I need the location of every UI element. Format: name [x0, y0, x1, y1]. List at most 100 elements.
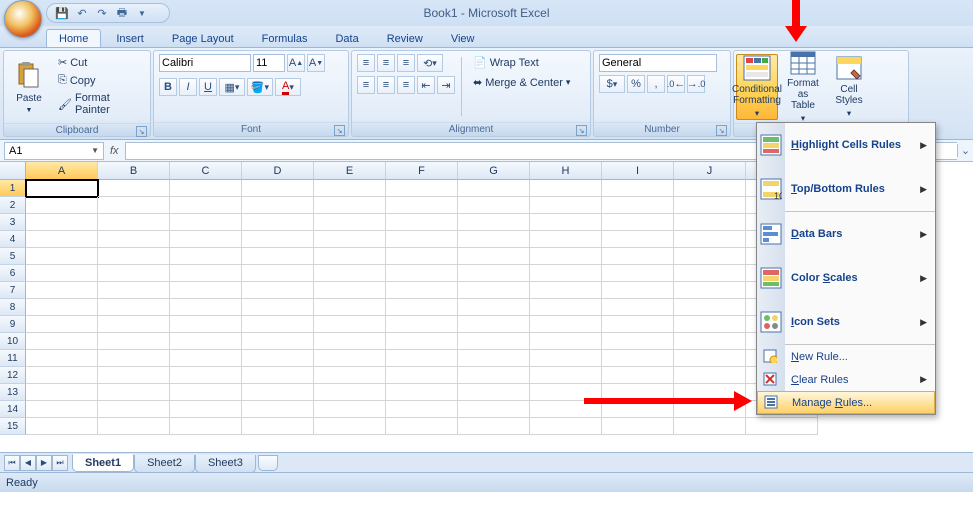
- office-button[interactable]: [4, 0, 42, 38]
- last-sheet-button[interactable]: ⏭: [52, 455, 68, 471]
- redo-icon[interactable]: ↷: [95, 6, 109, 20]
- cell-B6[interactable]: [98, 265, 170, 282]
- row-header-4[interactable]: 4: [0, 231, 26, 248]
- cell-E6[interactable]: [314, 265, 386, 282]
- name-box[interactable]: A1▼: [4, 142, 104, 160]
- cell-A2[interactable]: [26, 197, 98, 214]
- cell-A14[interactable]: [26, 401, 98, 418]
- cell-A12[interactable]: [26, 367, 98, 384]
- cell-C12[interactable]: [170, 367, 242, 384]
- cell-J11[interactable]: [674, 350, 746, 367]
- decrease-indent-button[interactable]: ⇤: [417, 76, 435, 94]
- tab-review[interactable]: Review: [374, 29, 436, 47]
- cell-H12[interactable]: [530, 367, 602, 384]
- cell-B15[interactable]: [98, 418, 170, 435]
- font-size-input[interactable]: [253, 54, 285, 72]
- menu-icon-sets[interactable]: Icon Sets ▶: [757, 300, 935, 344]
- cell-F4[interactable]: [386, 231, 458, 248]
- bold-button[interactable]: B: [159, 78, 177, 96]
- cell-B1[interactable]: [98, 180, 170, 197]
- cell-F7[interactable]: [386, 282, 458, 299]
- row-header-7[interactable]: 7: [0, 282, 26, 299]
- fill-color-button[interactable]: 🪣▾: [247, 78, 273, 96]
- menu-new-rule[interactable]: New Rule...: [757, 345, 935, 368]
- save-icon[interactable]: 💾: [55, 6, 69, 20]
- row-header-15[interactable]: 15: [0, 418, 26, 435]
- cell-A13[interactable]: [26, 384, 98, 401]
- cell-C6[interactable]: [170, 265, 242, 282]
- cell-E14[interactable]: [314, 401, 386, 418]
- cell-B13[interactable]: [98, 384, 170, 401]
- cell-B7[interactable]: [98, 282, 170, 299]
- cell-J5[interactable]: [674, 248, 746, 265]
- shrink-font-button[interactable]: A▼: [307, 54, 325, 72]
- row-header-12[interactable]: 12: [0, 367, 26, 384]
- cell-B3[interactable]: [98, 214, 170, 231]
- qat-customize-icon[interactable]: ▼: [135, 6, 149, 20]
- row-header-1[interactable]: 1: [0, 180, 26, 197]
- clipboard-launcher-icon[interactable]: ↘: [136, 126, 147, 137]
- cell-J1[interactable]: [674, 180, 746, 197]
- col-header-E[interactable]: E: [314, 162, 386, 180]
- cell-H6[interactable]: [530, 265, 602, 282]
- cell-J12[interactable]: [674, 367, 746, 384]
- cell-E12[interactable]: [314, 367, 386, 384]
- select-all-corner[interactable]: [0, 162, 26, 180]
- cell-J7[interactable]: [674, 282, 746, 299]
- cell-G12[interactable]: [458, 367, 530, 384]
- cell-A7[interactable]: [26, 282, 98, 299]
- cell-H7[interactable]: [530, 282, 602, 299]
- col-header-F[interactable]: F: [386, 162, 458, 180]
- font-color-button[interactable]: A▾: [275, 78, 301, 96]
- tab-home[interactable]: Home: [46, 29, 101, 47]
- cell-G4[interactable]: [458, 231, 530, 248]
- col-header-G[interactable]: G: [458, 162, 530, 180]
- cell-I15[interactable]: [602, 418, 674, 435]
- cell-A10[interactable]: [26, 333, 98, 350]
- cell-H9[interactable]: [530, 316, 602, 333]
- cell-D7[interactable]: [242, 282, 314, 299]
- cell-D8[interactable]: [242, 299, 314, 316]
- align-left-button[interactable]: ≡: [357, 76, 375, 94]
- cell-C7[interactable]: [170, 282, 242, 299]
- tab-data[interactable]: Data: [322, 29, 371, 47]
- cell-F9[interactable]: [386, 316, 458, 333]
- cell-C4[interactable]: [170, 231, 242, 248]
- cell-J4[interactable]: [674, 231, 746, 248]
- next-sheet-button[interactable]: ▶: [36, 455, 52, 471]
- cell-F15[interactable]: [386, 418, 458, 435]
- cell-D9[interactable]: [242, 316, 314, 333]
- cell-D11[interactable]: [242, 350, 314, 367]
- cell-I1[interactable]: [602, 180, 674, 197]
- cell-C13[interactable]: [170, 384, 242, 401]
- cell-E8[interactable]: [314, 299, 386, 316]
- cell-F3[interactable]: [386, 214, 458, 231]
- sheet-tab-3[interactable]: Sheet3: [195, 455, 256, 473]
- cell-B5[interactable]: [98, 248, 170, 265]
- cell-F5[interactable]: [386, 248, 458, 265]
- cell-I8[interactable]: [602, 299, 674, 316]
- cell-I7[interactable]: [602, 282, 674, 299]
- row-header-11[interactable]: 11: [0, 350, 26, 367]
- cell-G13[interactable]: [458, 384, 530, 401]
- currency-button[interactable]: $▾: [599, 75, 625, 93]
- copy-button[interactable]: ⎘Copy: [53, 72, 145, 89]
- cell-B9[interactable]: [98, 316, 170, 333]
- cell-F2[interactable]: [386, 197, 458, 214]
- menu-manage-rules[interactable]: Manage Rules...: [757, 391, 935, 414]
- sheet-tab-2[interactable]: Sheet2: [134, 455, 195, 473]
- expand-formula-icon[interactable]: ⌄: [957, 144, 973, 157]
- number-launcher-icon[interactable]: ↘: [716, 125, 727, 136]
- cell-B11[interactable]: [98, 350, 170, 367]
- paste-button[interactable]: Paste ▼: [9, 54, 49, 120]
- wrap-text-button[interactable]: 📄Wrap Text: [468, 54, 575, 71]
- cell-I12[interactable]: [602, 367, 674, 384]
- cell-H15[interactable]: [530, 418, 602, 435]
- italic-button[interactable]: I: [179, 78, 197, 96]
- cell-C3[interactable]: [170, 214, 242, 231]
- cell-D13[interactable]: [242, 384, 314, 401]
- align-bottom-button[interactable]: ≡: [397, 54, 415, 72]
- cell-C1[interactable]: [170, 180, 242, 197]
- cell-D14[interactable]: [242, 401, 314, 418]
- comma-button[interactable]: ,: [647, 75, 665, 93]
